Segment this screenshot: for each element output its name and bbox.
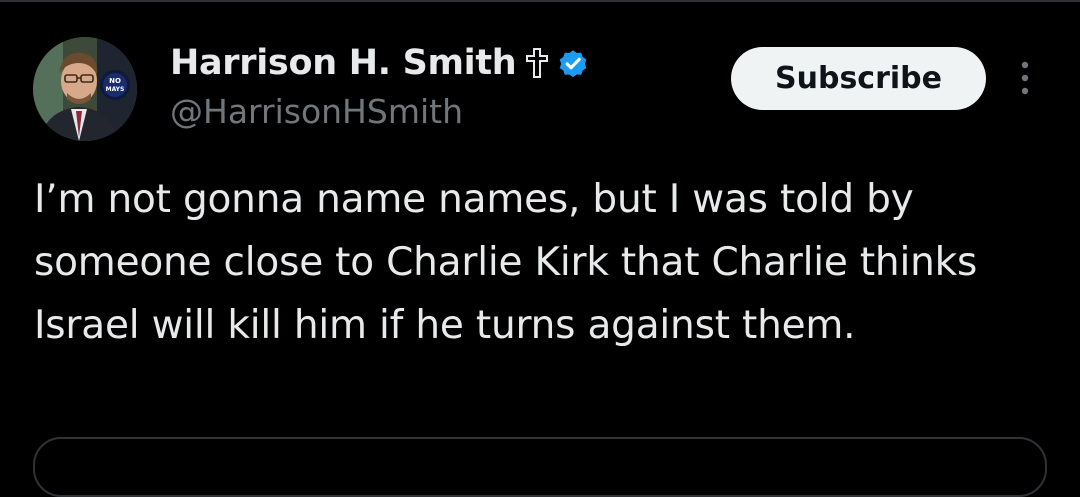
tweet-header: Harrison H. Smith @HarrisonHSmith: [170, 40, 690, 131]
quoted-card-edge[interactable]: [33, 437, 1047, 497]
author-handle[interactable]: @HarrisonHSmith: [170, 92, 690, 131]
avatar[interactable]: NO MAYS: [33, 37, 137, 141]
avatar-image: NO MAYS: [33, 37, 137, 141]
subscribe-button[interactable]: Subscribe: [731, 47, 986, 110]
tweet-text: I’m not gonna name names, but I was told…: [34, 177, 978, 348]
author-name-row: Harrison H. Smith: [170, 40, 690, 86]
more-options-icon[interactable]: [1014, 58, 1036, 98]
top-divider: [0, 0, 1080, 2]
avatar-badge-text-top: NO: [109, 77, 121, 85]
verified-badge-icon[interactable]: [556, 46, 590, 80]
author-display-name[interactable]: Harrison H. Smith: [170, 43, 517, 83]
avatar-badge-text-bottom: MAYS: [106, 86, 125, 93]
cross-icon: [526, 48, 549, 78]
